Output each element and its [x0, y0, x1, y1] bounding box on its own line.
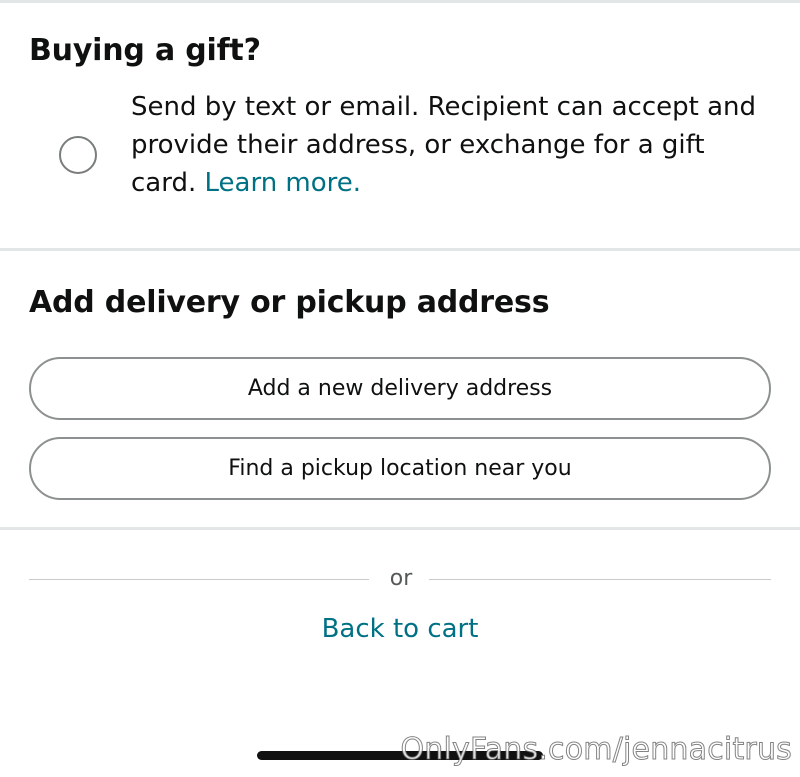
section-divider-bottom [0, 527, 800, 530]
or-label: or [389, 566, 413, 591]
gift-description: Send by text or email. Recipient can acc… [131, 88, 771, 202]
back-to-cart-link[interactable]: Back to cart [0, 614, 800, 644]
gift-section-title: Buying a gift? [29, 33, 261, 68]
learn-more-link[interactable]: Learn more. [205, 168, 362, 198]
top-divider [0, 0, 800, 3]
checkout-address-page: Buying a gift? Send by text or email. Re… [0, 0, 800, 777]
address-section-title: Add delivery or pickup address [29, 285, 550, 320]
find-pickup-location-button[interactable]: Find a pickup location near you [29, 437, 771, 500]
or-separator: or [29, 566, 771, 594]
add-new-delivery-address-button[interactable]: Add a new delivery address [29, 357, 771, 420]
section-divider [0, 248, 800, 251]
or-line-left [29, 579, 369, 580]
gift-radio-button[interactable] [59, 136, 97, 174]
or-line-right [429, 579, 771, 580]
watermark-text: OnlyFans.com/jennacitrus [400, 732, 792, 768]
